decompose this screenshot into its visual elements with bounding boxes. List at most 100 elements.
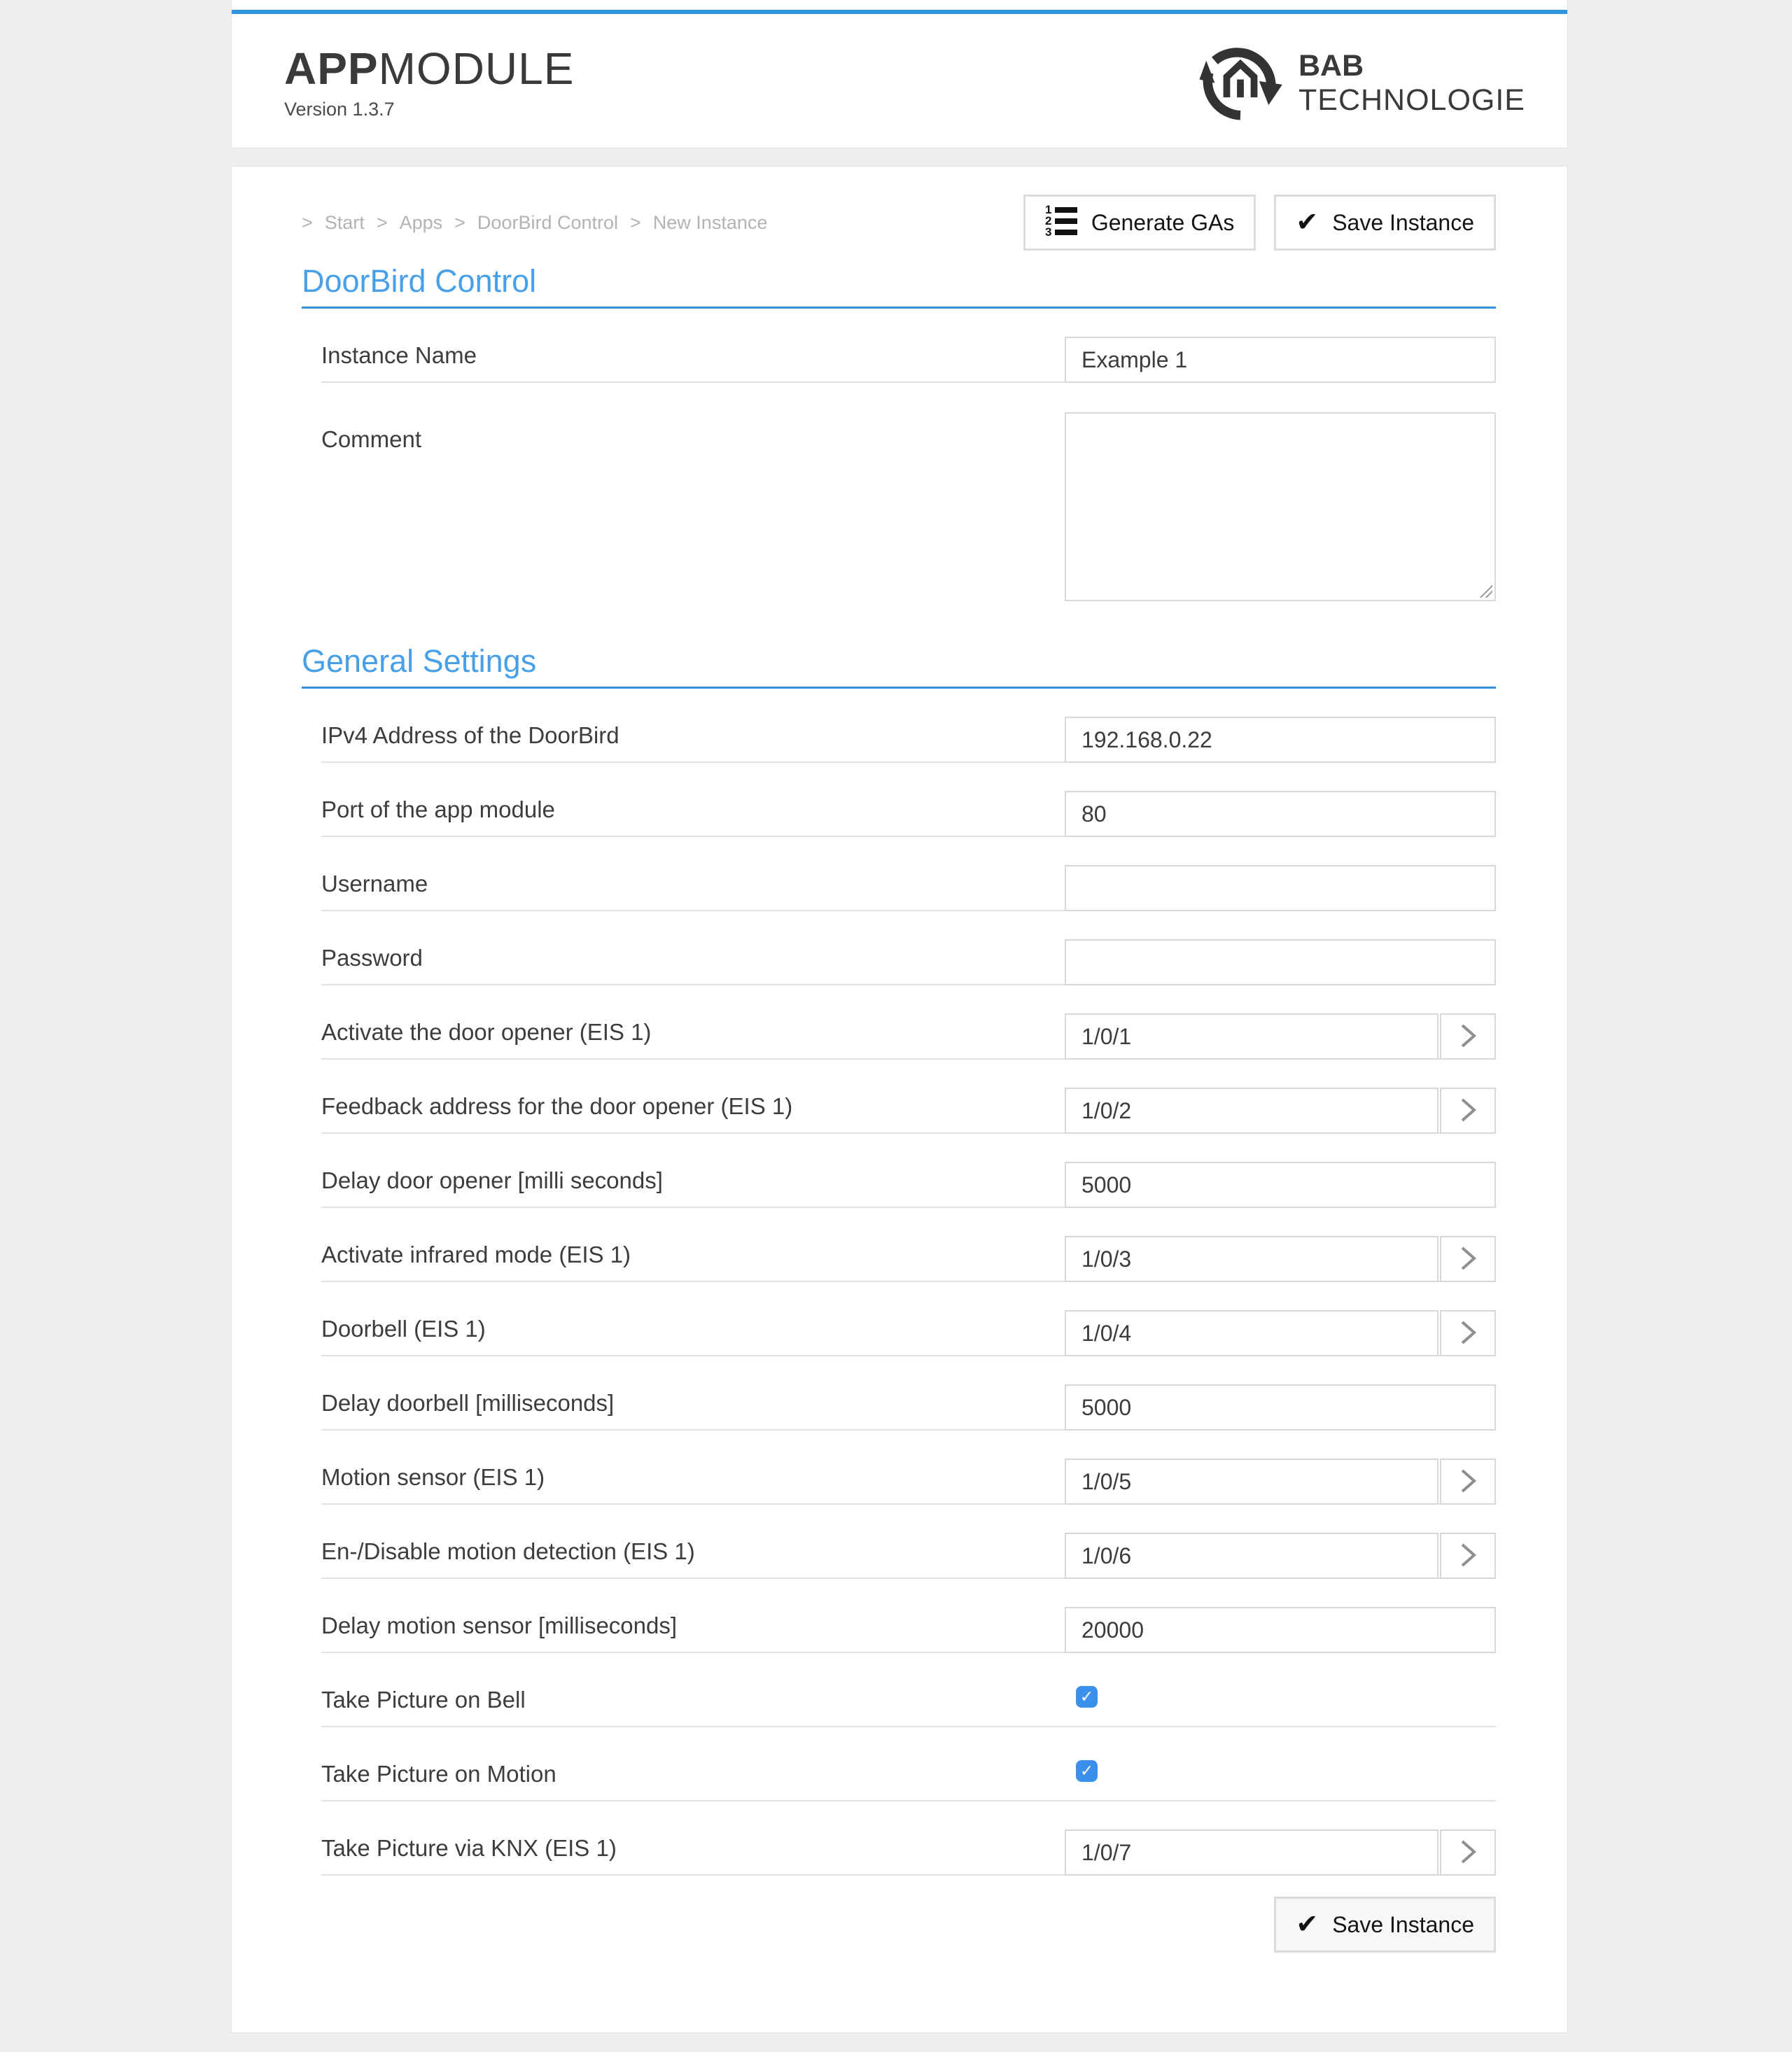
take-picture-on-motion-checkbox[interactable]: ✓	[1076, 1760, 1098, 1782]
field-label: Activate the door opener (EIS 1)	[321, 1019, 651, 1046]
ga-picker-button[interactable]	[1440, 1310, 1496, 1356]
breadcrumb-item-doorbird-control[interactable]: DoorBird Control	[477, 212, 618, 234]
form-row-doorbell: Doorbell (EIS 1)	[321, 1282, 1496, 1356]
breadcrumb-item-apps[interactable]: Apps	[400, 212, 443, 234]
field-label: Take Picture on Motion	[321, 1761, 556, 1787]
form-row-password: Password	[321, 911, 1496, 985]
form-row-delay-door-opener: Delay door opener [milli seconds]	[321, 1134, 1496, 1208]
breadcrumb-separator: >	[302, 212, 313, 234]
form-row-activate-door-opener: Activate the door opener (EIS 1)	[321, 985, 1496, 1060]
section-title-doorbird-control: DoorBird Control	[302, 265, 1496, 309]
chevron-right-icon	[1457, 1095, 1478, 1127]
breadcrumb-item-new-instance[interactable]: New Instance	[653, 212, 768, 234]
field-label: Port of the app module	[321, 796, 555, 823]
comment-textarea-wrap	[1065, 412, 1496, 601]
field-label: Take Picture on Bell	[321, 1687, 526, 1713]
brand-text: BAB TECHNOLOGIE	[1298, 49, 1525, 116]
ga-picker-button[interactable]	[1440, 1013, 1496, 1060]
enable-motion-detection-ga-input[interactable]	[1065, 1533, 1438, 1579]
field-label: Feedback address for the door opener (EI…	[321, 1093, 792, 1120]
breadcrumb-separator: >	[454, 212, 465, 234]
ga-picker-button[interactable]	[1440, 1829, 1496, 1876]
content-card: > Start > Apps > DoorBird Control > New …	[231, 166, 1568, 2033]
take-picture-on-bell-checkbox[interactable]: ✓	[1076, 1686, 1098, 1708]
ordered-list-icon: 1 2 3	[1045, 204, 1077, 241]
breadcrumb-separator: >	[630, 212, 641, 234]
chevron-right-icon	[1457, 1466, 1478, 1498]
app-title: APPMODULE	[284, 45, 574, 92]
svg-text:3: 3	[1045, 225, 1051, 236]
chevron-right-icon	[1457, 1540, 1478, 1573]
breadcrumb: > Start > Apps > DoorBird Control > New …	[302, 212, 767, 234]
field-label: Delay doorbell [milliseconds]	[321, 1390, 614, 1417]
form-row-ipv4-address: IPv4 Address of the DoorBird	[321, 689, 1496, 763]
chevron-right-icon	[1457, 1020, 1478, 1053]
generate-gas-label: Generate GAs	[1091, 210, 1235, 236]
field-label: Delay door opener [milli seconds]	[321, 1167, 663, 1194]
brand-subname: TECHNOLOGIE	[1298, 83, 1525, 117]
breadcrumb-item-start[interactable]: Start	[325, 212, 365, 234]
field-label: Delay motion sensor [milliseconds]	[321, 1612, 677, 1639]
field-label: Password	[321, 945, 423, 971]
field-label: Username	[321, 871, 428, 897]
ga-picker-button[interactable]	[1440, 1533, 1496, 1579]
section-title-general-settings: General Settings	[302, 645, 1496, 689]
check-icon: ✔	[1296, 1911, 1318, 1938]
form-row-port: Port of the app module	[321, 763, 1496, 837]
feedback-door-opener-ga-input[interactable]	[1065, 1088, 1438, 1134]
delay-door-opener-input[interactable]	[1065, 1162, 1496, 1208]
app-version: Version 1.3.7	[284, 99, 574, 120]
form-row-delay-doorbell: Delay doorbell [milliseconds]	[321, 1356, 1496, 1431]
checkmark-icon: ✓	[1080, 1687, 1093, 1706]
generate-gas-button[interactable]: 1 2 3 Generate GAs	[1023, 195, 1256, 251]
form-row-feedback-door-opener: Feedback address for the door opener (EI…	[321, 1060, 1496, 1134]
form-row-delay-motion-sensor: Delay motion sensor [milliseconds]	[321, 1579, 1496, 1653]
delay-doorbell-input[interactable]	[1065, 1384, 1496, 1431]
form-row-enable-motion-detection: En-/Disable motion detection (EIS 1)	[321, 1505, 1496, 1579]
save-instance-button-top[interactable]: ✔ Save Instance	[1274, 195, 1496, 251]
save-instance-button-bottom[interactable]: ✔ Save Instance	[1274, 1897, 1496, 1953]
field-label: Doorbell (EIS 1)	[321, 1316, 486, 1342]
password-input[interactable]	[1065, 939, 1496, 985]
instance-name-input[interactable]	[1065, 337, 1496, 383]
ga-picker-button[interactable]	[1440, 1236, 1496, 1282]
form-row-take-picture-on-motion: Take Picture on Motion ✓	[321, 1727, 1496, 1801]
save-instance-label: Save Instance	[1332, 210, 1474, 236]
form-row-take-picture-via-knx: Take Picture via KNX (EIS 1)	[321, 1801, 1496, 1876]
save-instance-label: Save Instance	[1332, 1912, 1474, 1938]
activate-infrared-ga-input[interactable]	[1065, 1236, 1438, 1282]
app-brand: APPMODULE Version 1.3.7	[284, 45, 574, 120]
activate-door-opener-ga-input[interactable]	[1065, 1013, 1438, 1060]
username-input[interactable]	[1065, 865, 1496, 911]
ipv4-address-input[interactable]	[1065, 717, 1496, 763]
doorbell-ga-input[interactable]	[1065, 1310, 1438, 1356]
delay-motion-sensor-input[interactable]	[1065, 1607, 1496, 1653]
field-label: Activate infrared mode (EIS 1)	[321, 1242, 631, 1268]
field-label: IPv4 Address of the DoorBird	[321, 722, 620, 749]
form-row-activate-infrared: Activate infrared mode (EIS 1)	[321, 1208, 1496, 1282]
form-row-motion-sensor: Motion sensor (EIS 1)	[321, 1431, 1496, 1505]
field-label: Motion sensor (EIS 1)	[321, 1464, 545, 1491]
comment-textarea[interactable]	[1065, 412, 1496, 601]
app-title-regular: MODULE	[379, 43, 575, 94]
motion-sensor-ga-input[interactable]	[1065, 1459, 1438, 1505]
field-label: Instance Name	[321, 342, 477, 369]
ga-picker-button[interactable]	[1440, 1088, 1496, 1134]
form-row-instance-name: Instance Name	[321, 309, 1496, 383]
port-input[interactable]	[1065, 791, 1496, 837]
checkmark-icon: ✓	[1080, 1762, 1093, 1780]
house-cycle-logo-icon	[1198, 38, 1283, 127]
ga-picker-button[interactable]	[1440, 1459, 1496, 1505]
app-header: APPMODULE Version 1.3.7	[231, 0, 1568, 148]
accent-bar	[232, 10, 1567, 14]
brand-name: BAB	[1298, 49, 1525, 83]
field-label: En-/Disable motion detection (EIS 1)	[321, 1538, 695, 1565]
take-picture-via-knx-ga-input[interactable]	[1065, 1829, 1438, 1876]
form-row-username: Username	[321, 837, 1496, 911]
check-icon: ✔	[1296, 209, 1318, 236]
field-label: Take Picture via KNX (EIS 1)	[321, 1835, 617, 1862]
form-row-comment: Comment	[321, 383, 1496, 601]
form-row-take-picture-on-bell: Take Picture on Bell ✓	[321, 1653, 1496, 1727]
breadcrumb-separator: >	[377, 212, 388, 234]
chevron-right-icon	[1457, 1243, 1478, 1276]
